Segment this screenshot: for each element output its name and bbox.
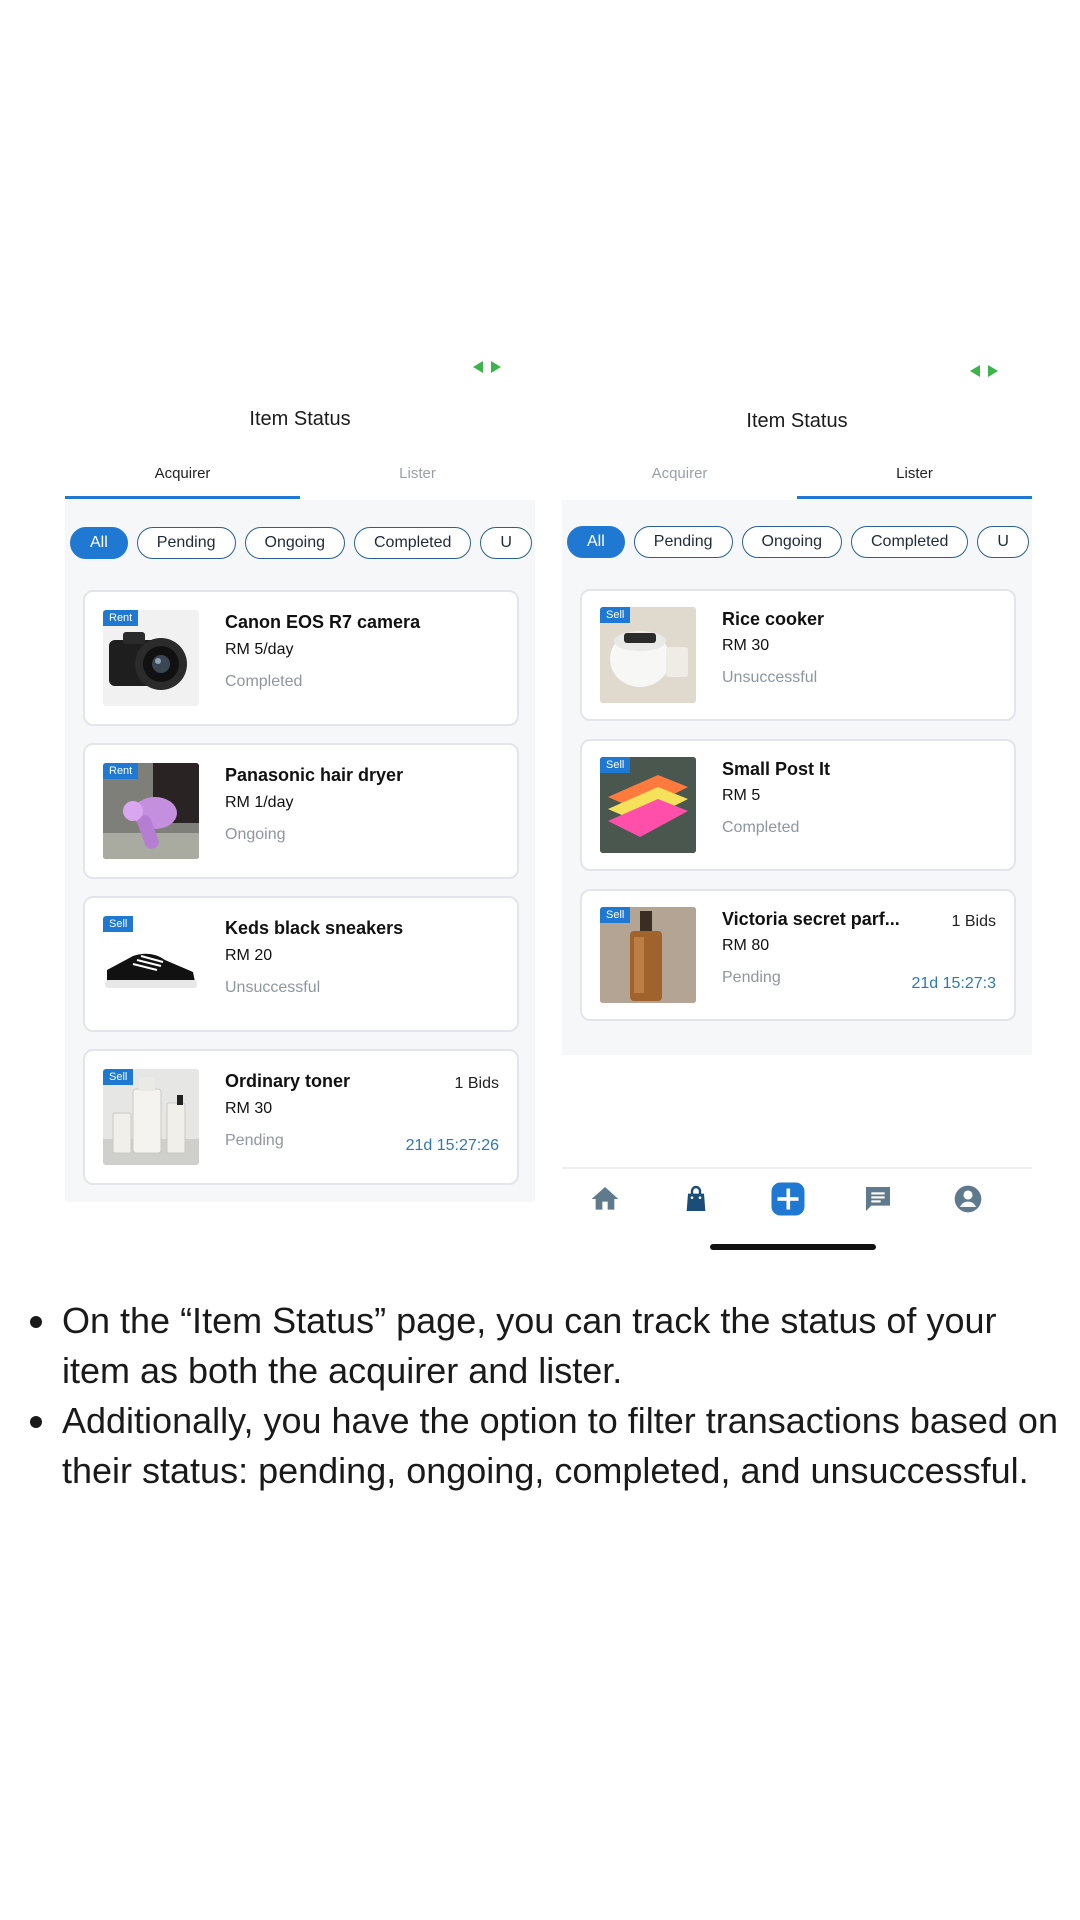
item-price: RM 30: [722, 637, 770, 654]
shopping-bag-icon[interactable]: [680, 1183, 712, 1215]
account-icon[interactable]: [952, 1183, 984, 1215]
item-card[interactable]: Sell Ordinary toner 1 Bids RM 30 Pending…: [83, 1049, 519, 1185]
description-list: On the “Item Status” page, you can track…: [24, 1296, 1064, 1496]
item-name: Canon EOS R7 camera: [225, 612, 421, 632]
item-status: Unsuccessful: [722, 669, 818, 686]
filter-completed[interactable]: Completed: [354, 527, 472, 559]
signal-icon: [473, 360, 501, 374]
countdown-timer: 21d 15:27:26: [405, 1137, 499, 1154]
filter-pending[interactable]: Pending: [633, 526, 733, 558]
bid-count: 1 Bids: [951, 913, 996, 930]
item-card[interactable]: Sell Keds black sneakers RM 20 Unsuccess…: [83, 896, 519, 1032]
item-status: Pending: [225, 1132, 284, 1149]
post-it-thumbnail: Sell: [600, 757, 696, 853]
item-price: RM 80: [722, 937, 770, 954]
item-status: Pending: [722, 969, 781, 986]
filter-all[interactable]: All: [70, 527, 128, 559]
item-list: All Pending Ongoing Completed U Rent Canon E…: [65, 500, 535, 1202]
page-title: Item Status: [746, 410, 848, 432]
toner-thumbnail: Sell: [103, 1069, 199, 1165]
listing-type-badge: Rent: [103, 763, 139, 779]
item-name: Keds black sneakers: [225, 918, 404, 938]
tab-bar: Acquirer Lister: [562, 458, 1032, 499]
item-card[interactable]: Sell Victoria secret parf... 1 Bids RM 8…: [580, 889, 1016, 1021]
filter-all[interactable]: All: [567, 526, 625, 558]
listing-type-badge: Sell: [600, 607, 631, 623]
filter-chips: All Pending Ongoing Completed U: [70, 527, 535, 561]
signal-icon: [970, 364, 998, 378]
page-title: Item Status: [249, 408, 351, 430]
item-name: Small Post It: [722, 759, 831, 779]
filter-ongoing[interactable]: Ongoing: [244, 527, 345, 559]
item-name: Victoria secret parf...: [722, 909, 900, 929]
item-status: Ongoing: [225, 826, 286, 843]
sneakers-thumbnail: Sell: [103, 916, 199, 1012]
filter-pending[interactable]: Pending: [136, 527, 236, 559]
camera-thumbnail: Rent: [103, 610, 199, 706]
listing-type-badge: Rent: [103, 610, 139, 626]
item-name: Ordinary toner: [225, 1071, 351, 1091]
tab-lister[interactable]: Lister: [797, 458, 1032, 499]
home-indicator: [710, 1244, 876, 1250]
item-card[interactable]: Rent Panasonic hair dryer RM 1/day Ongoi…: [83, 743, 519, 879]
item-price: RM 30: [225, 1100, 273, 1117]
bottom-navigation: [562, 1167, 1032, 1237]
home-icon[interactable]: [589, 1183, 621, 1215]
item-name: Rice cooker: [722, 609, 825, 629]
listing-type-badge: Sell: [103, 916, 134, 932]
listing-type-badge: Sell: [600, 907, 631, 923]
item-price: RM 5: [722, 787, 761, 804]
filter-completed[interactable]: Completed: [851, 526, 969, 558]
item-status: Completed: [722, 819, 800, 836]
bid-count: 1 Bids: [454, 1075, 499, 1092]
tab-acquirer[interactable]: Acquirer: [562, 458, 797, 496]
item-list: All Pending Ongoing Completed U Sell Rice co…: [562, 500, 1032, 1055]
tab-bar: Acquirer Lister: [65, 458, 535, 499]
item-status: Unsuccessful: [225, 979, 321, 996]
listing-type-badge: Sell: [600, 757, 631, 773]
filter-unsuccessful[interactable]: U: [480, 527, 532, 559]
description-bullet: On the “Item Status” page, you can track…: [24, 1296, 1064, 1396]
filter-chips: All Pending Ongoing Completed U: [567, 526, 1032, 560]
perfume-thumbnail: Sell: [600, 907, 696, 1003]
chat-icon[interactable]: [862, 1183, 894, 1215]
item-status: Completed: [225, 673, 303, 690]
item-card[interactable]: Rent Canon EOS R7 camera RM 5/day Comple…: [83, 590, 519, 726]
add-icon[interactable]: [770, 1181, 806, 1217]
rice-cooker-thumbnail: Sell: [600, 607, 696, 703]
tab-lister[interactable]: Lister: [300, 458, 535, 496]
tab-acquirer[interactable]: Acquirer: [65, 458, 300, 499]
hair-dryer-thumbnail: Rent: [103, 763, 199, 859]
item-card[interactable]: Sell Rice cooker RM 30 Unsuccessful: [580, 589, 1016, 721]
countdown-timer: 21d 15:27:3: [911, 975, 996, 992]
filter-unsuccessful[interactable]: U: [977, 526, 1029, 558]
item-name: Panasonic hair dryer: [225, 765, 404, 785]
item-price: RM 20: [225, 947, 273, 964]
item-price: RM 5/day: [225, 641, 294, 658]
listing-type-badge: Sell: [103, 1069, 134, 1085]
filter-ongoing[interactable]: Ongoing: [741, 526, 842, 558]
item-price: RM 1/day: [225, 794, 294, 811]
item-card[interactable]: Sell Small Post It RM 5 Completed: [580, 739, 1016, 871]
description-bullet: Additionally, you have the option to fil…: [24, 1396, 1064, 1496]
